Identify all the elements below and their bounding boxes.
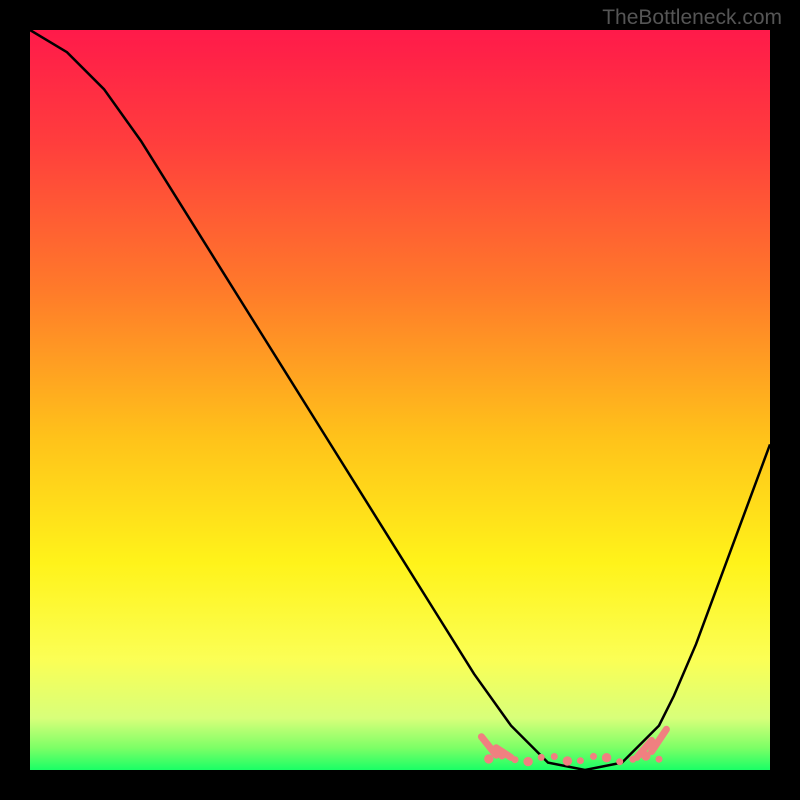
chart-container [30, 30, 770, 770]
band-dot [577, 757, 584, 764]
band-dot [656, 756, 663, 763]
band-dot [602, 753, 611, 762]
watermark-text: TheBottleneck.com [602, 6, 782, 30]
band-dot [551, 753, 558, 760]
band-dot [616, 758, 623, 765]
band-dot [538, 754, 545, 761]
band-dot [563, 756, 572, 765]
bottleneck-chart [30, 30, 770, 770]
band-dot [590, 753, 597, 760]
band-dot [523, 757, 532, 766]
